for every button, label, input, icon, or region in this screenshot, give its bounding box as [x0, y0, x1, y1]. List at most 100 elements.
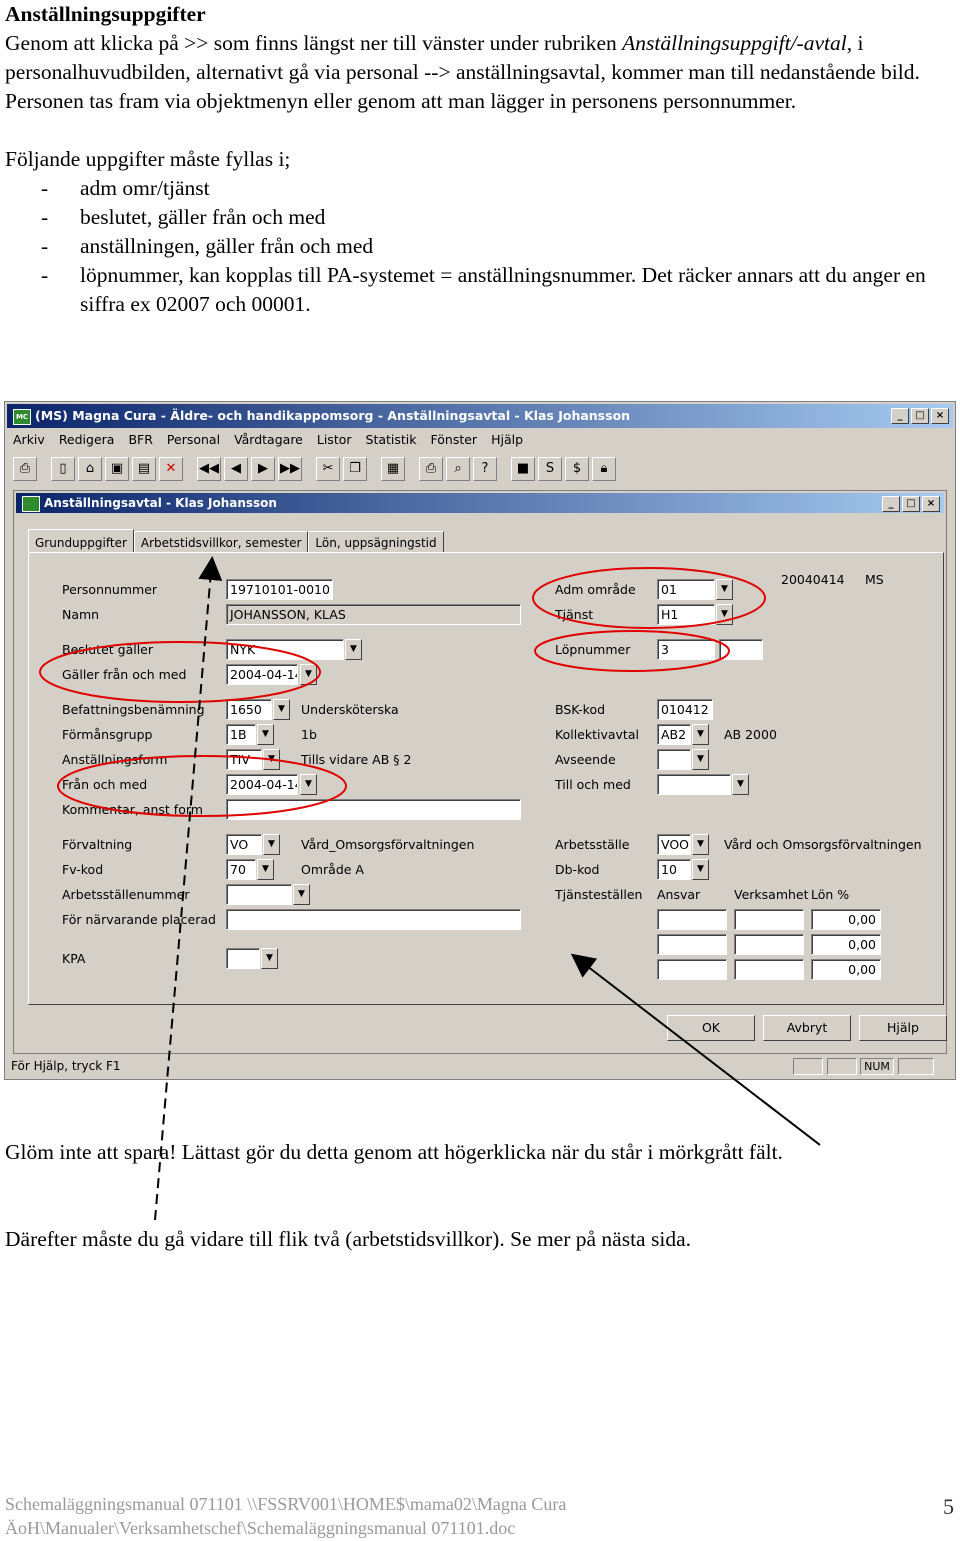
chevron-down-icon[interactable]: ▼ [300, 774, 317, 795]
save-all-icon[interactable]: ▤ [132, 457, 156, 481]
verksamhet-field[interactable] [734, 934, 804, 955]
kpa-field[interactable] [226, 948, 260, 969]
cut-icon[interactable]: ✂ [316, 457, 340, 481]
chevron-down-icon[interactable]: ▼ [263, 749, 280, 770]
paste-icon[interactable]: ▦ [381, 457, 405, 481]
menu-hjalp[interactable]: Hjälp [491, 430, 523, 450]
chevron-down-icon[interactable]: ▼ [345, 639, 362, 660]
beslutet-field[interactable]: NYK [226, 639, 344, 660]
tab-grunduppgifter[interactable]: Grunduppgifter [28, 529, 134, 553]
kollektiv-label: Kollektivavtal [555, 727, 639, 742]
print-preview-icon[interactable]: ⎙ [419, 457, 443, 481]
avbryt-button[interactable]: Avbryt [763, 1015, 851, 1041]
menu-personal[interactable]: Personal [167, 430, 220, 450]
next-icon[interactable]: ▶ [251, 457, 275, 481]
help-icon[interactable]: ? [473, 457, 497, 481]
hjalp-button[interactable]: Hjälp [859, 1015, 947, 1041]
chevron-down-icon[interactable]: ▼ [273, 699, 290, 720]
chevron-down-icon[interactable]: ▼ [692, 749, 709, 770]
tab-lon[interactable]: Lön, uppsägningstid [308, 531, 444, 553]
arbetsstallenummer-field[interactable] [226, 884, 292, 905]
galler-field[interactable]: 2004-04-14 [226, 664, 298, 685]
kommentar-field[interactable] [226, 799, 521, 820]
s-icon[interactable]: S [538, 457, 562, 481]
menu-statistik[interactable]: Statistik [366, 430, 417, 450]
save-icon[interactable]: ▣ [105, 457, 129, 481]
menu-listor[interactable]: Listor [317, 430, 352, 450]
kollektiv-code-field[interactable]: AB2 [657, 724, 691, 745]
verksamhet-field[interactable] [734, 909, 804, 930]
fran-field[interactable]: 2004-04-14 [226, 774, 298, 795]
chevron-down-icon[interactable]: ▼ [692, 834, 709, 855]
ansvar-field[interactable] [657, 909, 727, 930]
first-icon[interactable]: ◀◀ [197, 457, 221, 481]
app-window: MC (MS) Magna Cura - Äldre- och handikap… [4, 401, 956, 1080]
menu-arkiv[interactable]: Arkiv [13, 430, 45, 450]
ok-button[interactable]: OK [667, 1015, 755, 1041]
dbkod-field[interactable]: 10 [657, 859, 691, 880]
fvkod-code-field[interactable]: 70 [226, 859, 256, 880]
print-icon[interactable]: ⎙ [13, 457, 37, 481]
stop-icon[interactable]: ■ [511, 457, 535, 481]
tjanst-field[interactable]: H1 [657, 604, 715, 625]
namn-field[interactable]: JOHANSSON, KLAS [226, 604, 521, 625]
chevron-down-icon[interactable]: ▼ [716, 579, 733, 600]
personnummer-field[interactable]: 19710101-0010 [226, 579, 333, 600]
lopnummer-extra-field[interactable] [719, 639, 763, 660]
chevron-down-icon[interactable]: ▼ [261, 948, 278, 969]
tab-arbetstidsvillkor[interactable]: Arbetstidsvillkor, semester [133, 531, 309, 553]
delete-icon[interactable]: ✕ [159, 457, 183, 481]
chevron-down-icon[interactable]: ▼ [257, 859, 274, 880]
dollar-icon[interactable]: $ [565, 457, 589, 481]
ansvar-field[interactable] [657, 959, 727, 980]
chevron-down-icon[interactable]: ▼ [732, 774, 749, 795]
chevron-down-icon[interactable]: ▼ [692, 859, 709, 880]
minimize-icon[interactable]: _ [882, 496, 900, 512]
ansvar-field[interactable] [657, 934, 727, 955]
lock-icon[interactable]: 🔒︎ [592, 457, 616, 481]
anstform-code-field[interactable]: TIV [226, 749, 262, 770]
befattning-code-field[interactable]: 1650 [226, 699, 272, 720]
chevron-down-icon[interactable]: ▼ [293, 884, 310, 905]
formansgrupp-text: 1b [301, 727, 317, 742]
lon-field[interactable]: 0,00 [811, 934, 881, 955]
avseende-field[interactable] [657, 749, 691, 770]
chevron-down-icon[interactable]: ▼ [263, 834, 280, 855]
lon-field[interactable]: 0,00 [811, 959, 881, 980]
dbkod-label: Db-kod [555, 862, 600, 877]
new-icon[interactable]: ▯ [51, 457, 75, 481]
lon-field[interactable]: 0,00 [811, 909, 881, 930]
adm-field[interactable]: 01 [657, 579, 715, 600]
child-window-icon [22, 496, 40, 512]
close-icon[interactable]: × [922, 496, 940, 512]
placerad-field[interactable] [226, 909, 521, 930]
minimize-icon[interactable]: _ [891, 408, 909, 424]
document-body: Anställningsuppgifter Genom att klicka p… [5, 0, 955, 319]
arbetsstalle-code-field[interactable]: VOO [657, 834, 691, 855]
verksamhet-field[interactable] [734, 959, 804, 980]
menu-vardtagare[interactable]: Vårdtagare [234, 430, 303, 450]
copy-icon[interactable]: ❐ [343, 457, 367, 481]
last-icon[interactable]: ▶▶ [278, 457, 302, 481]
close-icon[interactable]: × [931, 408, 949, 424]
status-text: För Hjälp, tryck F1 [11, 1059, 121, 1073]
menu-redigera[interactable]: Redigera [59, 430, 115, 450]
befattning-text: Undersköterska [301, 702, 399, 717]
chevron-down-icon[interactable]: ▼ [692, 724, 709, 745]
tillochmed-field[interactable] [657, 774, 731, 795]
open-icon[interactable]: ⌂ [78, 457, 102, 481]
chevron-down-icon[interactable]: ▼ [257, 724, 274, 745]
bsk-field[interactable]: 010412 [657, 699, 713, 720]
chevron-down-icon[interactable]: ▼ [716, 604, 733, 625]
menu-fonster[interactable]: Fönster [431, 430, 478, 450]
formansgrupp-code-field[interactable]: 1B [226, 724, 256, 745]
lopnummer-field[interactable]: 3 [657, 639, 715, 660]
prev-icon[interactable]: ◀ [224, 457, 248, 481]
maximize-icon[interactable]: □ [911, 408, 929, 424]
forvaltning-code-field[interactable]: VO [226, 834, 262, 855]
list-item: - löpnummer, kan kopplas till PA-systemet… [5, 261, 955, 319]
menu-bfr[interactable]: BFR [128, 430, 152, 450]
maximize-icon[interactable]: □ [902, 496, 920, 512]
preview-icon[interactable]: ⌕ [446, 457, 470, 481]
chevron-down-icon[interactable]: ▼ [300, 664, 317, 685]
